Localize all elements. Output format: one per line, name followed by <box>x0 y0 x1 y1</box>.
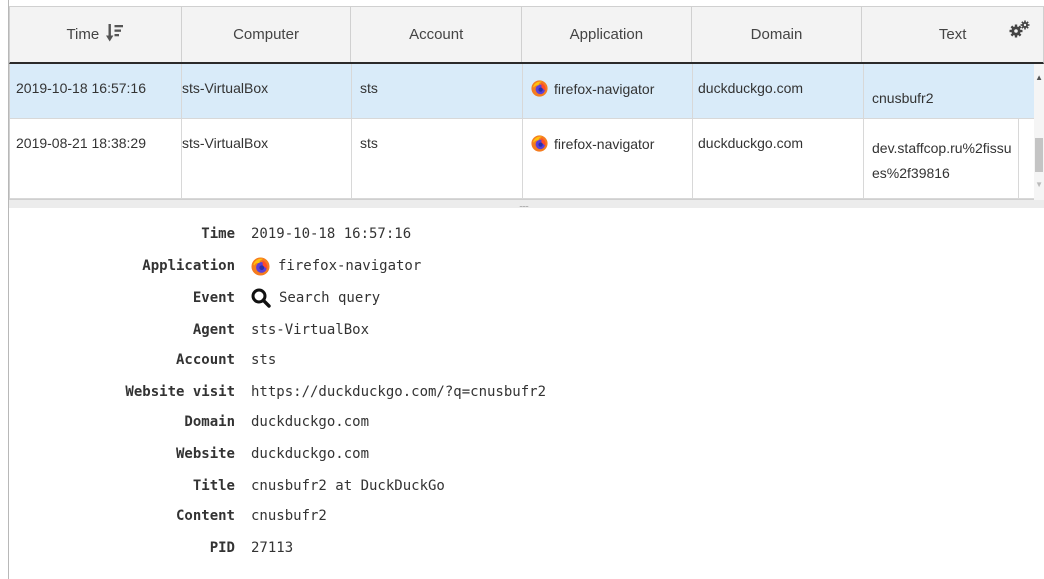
column-header-label: Domain <box>750 26 803 43</box>
search-icon <box>251 288 271 308</box>
column-header-account[interactable]: Account <box>351 7 523 62</box>
detail-row-content: Content cnusbufr2 <box>9 504 1044 528</box>
cell-computer: sts-VirtualBox <box>182 64 352 118</box>
detail-value: Search query <box>251 288 380 308</box>
column-header-label: Account <box>409 26 464 43</box>
detail-value: cnusbufr2 <box>251 508 327 524</box>
detail-row-account: Account sts <box>9 348 1044 372</box>
column-header-computer[interactable]: Computer <box>182 7 352 62</box>
firefox-icon <box>531 135 548 152</box>
detail-row-agent: Agent sts-VirtualBox <box>9 318 1044 342</box>
sort-descending-icon[interactable] <box>106 23 124 47</box>
cell-time: 2019-10-18 16:57:16 <box>10 64 182 118</box>
firefox-icon <box>531 80 548 97</box>
detail-value: firefox-navigator <box>251 257 421 276</box>
detail-label: PID <box>209 540 235 556</box>
table-row-selected[interactable]: 2019-10-18 16:57:16 sts-VirtualBox sts f… <box>10 64 1044 119</box>
cell-domain: duckduckgo.com <box>693 119 864 198</box>
detail-row-event: Event Search query <box>9 286 1044 310</box>
detail-value: 2019-10-18 16:57:16 <box>251 226 412 242</box>
detail-label: Content <box>175 508 235 524</box>
column-header-domain[interactable]: Domain <box>692 7 863 62</box>
detail-value: duckduckgo.com <box>251 414 370 430</box>
detail-label: Website <box>175 446 235 462</box>
column-header-text[interactable]: Text <box>862 7 1043 62</box>
detail-value[interactable]: https://duckduckgo.com/?q=cnusbufr2 <box>251 384 546 400</box>
cell-application-label: firefox-navigator <box>554 136 655 152</box>
scrollbar-thumb[interactable] <box>1035 138 1043 172</box>
detail-value: sts-VirtualBox <box>251 322 370 338</box>
detail-label: Website visit <box>125 384 235 400</box>
detail-label: Account <box>175 352 235 368</box>
column-header-time[interactable]: Time <box>10 7 182 62</box>
detail-label: Event <box>192 290 235 306</box>
firefox-icon <box>251 257 270 276</box>
cell-account: sts <box>352 119 523 198</box>
column-header-application[interactable]: Application <box>522 7 692 62</box>
cell-account: sts <box>352 64 523 118</box>
detail-value: 27113 <box>251 540 294 556</box>
events-grid-body: 2019-10-18 16:57:16 sts-VirtualBox sts f… <box>9 64 1044 200</box>
cell-text: cnusbufr2 <box>864 64 1035 118</box>
detail-value: duckduckgo.com <box>251 446 370 462</box>
detail-application-value: firefox-navigator <box>278 258 422 274</box>
detail-row-application: Application firefox-navigator <box>9 254 1044 278</box>
detail-label: Application <box>142 258 235 274</box>
gears-icon[interactable] <box>1009 20 1031 42</box>
detail-label: Domain <box>184 414 235 430</box>
detail-row-website-visit: Website visit https://duckduckgo.com/?q=… <box>9 380 1044 404</box>
column-header-label: Computer <box>233 26 299 43</box>
events-grid-header: Time Computer Account Application Domain… <box>9 6 1044 64</box>
cell-computer: sts-VirtualBox <box>182 119 352 198</box>
column-header-label: Text <box>938 26 967 43</box>
detail-label: Agent <box>192 322 235 338</box>
column-header-label: Application <box>569 26 644 43</box>
column-header-label: Time <box>66 26 100 43</box>
detail-row-time: Time 2019-10-18 16:57:16 <box>9 222 1044 246</box>
detail-row-pid: PID 27113 <box>9 536 1044 560</box>
detail-value: sts <box>251 352 277 368</box>
cell-application: firefox-navigator <box>523 119 693 198</box>
detail-row-domain: Domain duckduckgo.com <box>9 410 1044 434</box>
cell-text: dev.staffcop.ru%2fissues%2f39816 <box>864 119 1019 198</box>
detail-value: cnusbufr2 at DuckDuckGo <box>251 478 445 494</box>
panel-splitter[interactable]: ...... <box>9 200 1044 209</box>
cell-application: firefox-navigator <box>523 64 693 118</box>
cell-application-label: firefox-navigator <box>554 81 655 97</box>
detail-row-website: Website duckduckgo.com <box>9 442 1044 466</box>
detail-row-title: Title cnusbufr2 at DuckDuckGo <box>9 474 1044 498</box>
cell-time: 2019-08-21 18:38:29 <box>10 119 182 198</box>
table-row[interactable]: 2019-08-21 18:38:29 sts-VirtualBox sts f… <box>10 119 1044 199</box>
cell-domain: duckduckgo.com <box>693 64 864 118</box>
detail-label: Time <box>201 226 235 242</box>
detail-event-value: Search query <box>279 290 381 306</box>
splitter-grip-icon[interactable]: ...... <box>519 200 529 209</box>
event-details-panel: Time 2019-10-18 16:57:16 Application fir… <box>9 208 1044 579</box>
scroll-up-arrow-icon[interactable]: ▲ <box>1035 73 1043 82</box>
detail-label: Title <box>192 478 235 494</box>
scroll-down-arrow-icon[interactable]: ▼ <box>1035 180 1043 189</box>
